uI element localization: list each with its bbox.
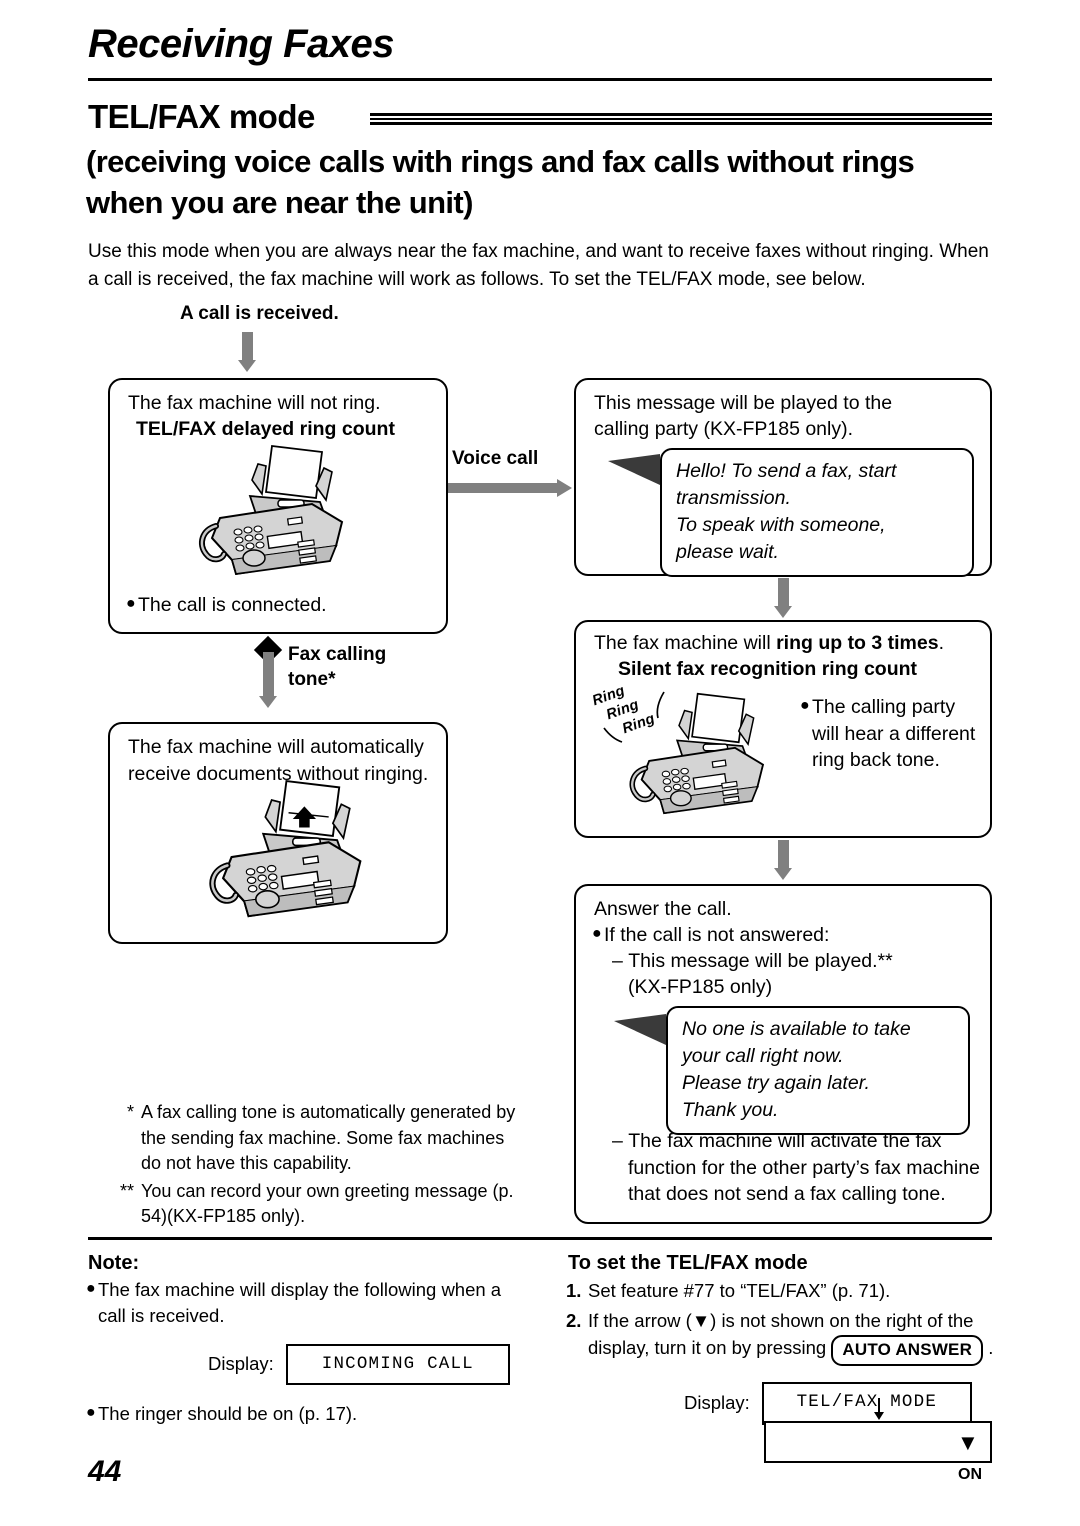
fax-machine-illustration-ringing (622, 690, 792, 830)
display-label: Display: (208, 1353, 274, 1375)
box-left-1-line2: TEL/FAX delayed ring count (136, 418, 395, 440)
arrow-box1-to-box2 (259, 652, 277, 708)
bullet-dot: ● (800, 697, 810, 714)
footnote-marker: ** (119, 1180, 134, 1201)
lcd-telfax-mode: TEL/FAX MODE (761, 1382, 972, 1425)
arrow-voice-call (448, 479, 572, 497)
bullet-dot: ● (592, 925, 602, 942)
flow-start-label: A call is received. (180, 303, 339, 324)
footnote-item: * A fax calling tone is automatically ge… (104, 1100, 524, 1177)
arrow-right-2-to-3 (774, 840, 792, 880)
auto-answer-arrow-glyph: ▼ (957, 1430, 980, 1455)
speech-bubble-tail (608, 454, 660, 485)
flow-box-right-2: The fax machine will ring up to 3 times.… (574, 620, 992, 838)
arrow-start-to-box1 (238, 332, 256, 372)
flow-box-right-3: Answer the call. ● If the call is not an… (574, 884, 992, 1224)
flow-diagram: A call is received. The fax machine will… (0, 0, 1080, 1230)
fax-machine-illustration-receiving (202, 776, 392, 936)
note-heading: Note: (88, 1252, 140, 1274)
speech-bubble-tail-2 (614, 1014, 666, 1045)
footnote-text: You can record your own greeting message… (141, 1180, 514, 1227)
note-item: ● The fax machine will display the follo… (86, 1277, 526, 1330)
arrow-right-1-to-2 (774, 578, 792, 618)
bubble-line-3: To speak with someone, (676, 513, 886, 536)
box-right-2-bullet: ● The calling party will hear a differen… (800, 694, 986, 774)
footnote-marker: * (126, 1102, 134, 1122)
box-right-2-line1-b: . (938, 632, 945, 654)
lcd-transition-arrow-head (874, 1412, 884, 1420)
box-right-3-dash-2: – The fax machine will activate the fax … (612, 1130, 980, 1206)
footnote-item: ** You can record your own greeting mess… (104, 1179, 524, 1230)
bubble2-line-2: your call right now. (682, 1044, 844, 1067)
set-mode-step-1: 1. Set feature #77 to “TEL/FAX” (p. 71). (566, 1278, 996, 1305)
lcd-arrow-indicator: ▼ (764, 1421, 992, 1463)
footnote-text: A fax calling tone is automatically gene… (141, 1102, 516, 1174)
speech-bubble-unavailable: No one is available to take your call ri… (666, 1006, 970, 1135)
bubble2-line-1: No one is available to take (682, 1018, 911, 1040)
set-mode-display-row: Display: TEL/FAX MODE (684, 1382, 996, 1425)
box-right-2-line1: The fax machine will ring up to 3 times. (594, 630, 944, 657)
bullet-dot: ● (86, 1280, 96, 1297)
box-right-2-line1-a: The fax machine will (594, 632, 777, 654)
bubble2-line-4: Thank you. (682, 1098, 779, 1121)
flow-box-left-1: The fax machine will not ring. TEL/FAX d… (108, 378, 448, 634)
speech-bubble-greeting: Hello! To send a fax, start transmission… (660, 448, 974, 577)
box-right-2-line2: Silent fax recognition ring count (618, 658, 918, 680)
box-right-1-line1: This message will be played to the (594, 392, 893, 414)
on-label: ON (958, 1466, 982, 1483)
flow-box-left-2: The fax machine will automatically recei… (108, 722, 448, 944)
set-mode-step-2: 2. If the arrow (▼) is not shown on the … (566, 1308, 996, 1367)
box-right-2-line1-bold: ring up to 3 times (776, 632, 939, 654)
box-right-3-dash-1: – This message will be played.** (612, 950, 893, 972)
box-right-1-line2: calling party (KX-FP185 only). (594, 418, 854, 440)
bullet-dot: ● (126, 595, 136, 612)
note-item-text: The fax machine will display the followi… (98, 1279, 502, 1327)
note-item-text: The ringer should be on (p. 17). (98, 1403, 358, 1425)
box-left-1-bullet-text: The call is connected. (138, 594, 327, 616)
step2-text-b: . (983, 1336, 994, 1358)
bottom-divider (88, 1237, 992, 1240)
page-number: 44 (88, 1455, 122, 1488)
box-right-3-dash-1b: (KX-FP185 only) (628, 976, 773, 998)
note-list: ● The fax machine will display the follo… (86, 1277, 526, 1428)
flow-box-right-1: This message will be played to the calli… (574, 378, 992, 577)
box-right-2-bullet-text: The calling party will hear a different … (812, 696, 976, 772)
step-text: If the arrow (▼) is not shown on the rig… (588, 1308, 996, 1367)
box-left-1-bullet: ● The call is connected. (126, 592, 426, 619)
footnotes: * A fax calling tone is automatically ge… (104, 1100, 524, 1230)
lcd-incoming-call: INCOMING CALL (285, 1343, 510, 1386)
note-display-row: Display: INCOMING CALL (208, 1343, 526, 1386)
set-mode-heading: To set the TEL/FAX mode (568, 1252, 808, 1274)
step-number: 1. (566, 1280, 582, 1301)
bubble2-line-3: Please try again later. (682, 1071, 870, 1094)
fax-machine-illustration (192, 442, 372, 582)
bubble-line-4: please wait. (676, 540, 779, 563)
fax-calling-tone-label: Fax calling tone* (288, 644, 387, 690)
step-number: 2. (566, 1309, 582, 1331)
display-label: Display: (684, 1392, 750, 1414)
voice-call-label: Voice call (452, 448, 539, 469)
bullet-dot: ● (86, 1404, 96, 1422)
box-right-3-bullet: ● If the call is not answered: (592, 922, 972, 949)
bubble-line-2: transmission. (676, 486, 791, 509)
note-item: ● The ringer should be on (p. 17). (86, 1401, 526, 1427)
set-mode-steps: 1. Set feature #77 to “TEL/FAX” (p. 71).… (566, 1278, 996, 1425)
manual-page: Receiving Faxes TEL/FAX mode (receiving … (0, 0, 1080, 1526)
box-right-3-line1: Answer the call. (594, 898, 732, 920)
box-right-3-bullet-text: If the call is not answered: (604, 924, 830, 946)
auto-answer-key[interactable]: AUTO ANSWER (831, 1334, 984, 1367)
box-left-1-line1: The fax machine will not ring. (128, 392, 381, 414)
bubble-line-1: Hello! To send a fax, start (676, 460, 897, 482)
step-text: Set feature #77 to “TEL/FAX” (p. 71). (588, 1280, 891, 1301)
